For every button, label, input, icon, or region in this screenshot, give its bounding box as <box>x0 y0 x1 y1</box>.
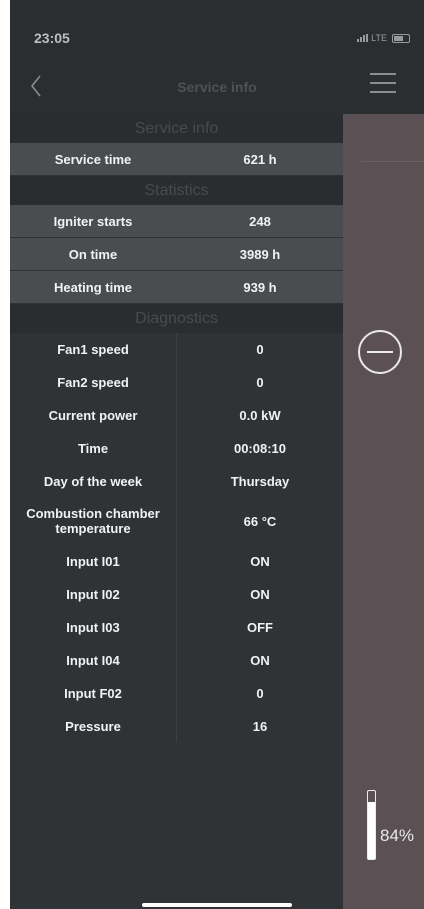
home-indicator[interactable] <box>142 903 292 907</box>
row-value: ON <box>176 578 343 610</box>
side-control-panel: 84% <box>343 114 424 909</box>
signal-icon <box>357 34 369 42</box>
row-label: Fan1 speed <box>57 341 129 357</box>
row-value: 0 <box>176 366 343 398</box>
page-title: Service info <box>177 79 257 95</box>
table-row: Igniter starts 248 <box>10 205 343 238</box>
row-label: On time <box>68 246 118 262</box>
table-row: Fan2 speed 0 <box>10 366 343 399</box>
row-value: 621 h <box>176 143 343 175</box>
row-label: Current power <box>48 407 138 423</box>
row-value: 248 <box>176 205 343 237</box>
table-row: Input F02 0 <box>10 677 343 710</box>
row-label: Input I02 <box>66 586 120 602</box>
row-label: Igniter starts <box>53 213 133 229</box>
section-header-statistics: Statistics <box>10 176 343 205</box>
row-label: Input I03 <box>66 619 120 635</box>
table-row: Input I04 ON <box>10 644 343 677</box>
row-label: Day of the week <box>43 473 143 489</box>
side-divider <box>361 161 424 162</box>
row-label: Heating time <box>53 279 132 295</box>
battery-icon <box>392 33 410 43</box>
menu-button[interactable] <box>370 73 396 99</box>
table-row: Fan1 speed 0 <box>10 333 343 366</box>
row-label: Input I04 <box>66 652 120 668</box>
row-value: 939 h <box>176 271 343 303</box>
row-value: 00:08:10 <box>176 432 343 464</box>
row-label: Service time <box>54 151 132 167</box>
table-row: Combustion chamber temperature 66 °C <box>10 498 343 545</box>
table-row: Input I03 OFF <box>10 611 343 644</box>
row-label: Input I01 <box>66 553 120 569</box>
section-header-service: Service info <box>10 114 343 143</box>
row-value: ON <box>176 644 343 676</box>
level-indicator <box>367 790 376 860</box>
network-label: LTE <box>371 33 387 43</box>
table-row: Input I01 ON <box>10 545 343 578</box>
row-value: Thursday <box>176 465 343 497</box>
row-value: ON <box>176 545 343 577</box>
table-row: On time 3989 h <box>10 238 343 271</box>
row-label: Time <box>77 440 109 456</box>
row-value: 0 <box>176 677 343 709</box>
row-value: 66 °C <box>176 498 343 544</box>
row-value: 0.0 kW <box>176 399 343 431</box>
table-row: Time 00:08:10 <box>10 432 343 465</box>
row-label: Pressure <box>65 718 121 734</box>
status-indicators: LTE <box>357 33 410 43</box>
table-row: Current power 0.0 kW <box>10 399 343 432</box>
row-value: 16 <box>176 710 343 742</box>
row-label: Input F02 <box>64 685 122 701</box>
minus-circle-icon[interactable] <box>358 330 402 374</box>
hamburger-menu-icon <box>370 73 396 93</box>
navigation-bar: Service info <box>10 58 424 114</box>
app-screen: 23:05 LTE Service info Service info Serv… <box>10 0 424 909</box>
table-row: Heating time 939 h <box>10 271 343 304</box>
table-row: Service time 621 h <box>10 143 343 176</box>
row-label: Combustion chamber temperature <box>26 506 160 536</box>
table-row: Pressure 16 <box>10 710 343 743</box>
row-value: 0 <box>176 333 343 365</box>
status-time: 23:05 <box>34 30 70 46</box>
row-value: 3989 h <box>176 238 343 270</box>
table-row: Input I02 ON <box>10 578 343 611</box>
service-info-panel: Service info Service time 621 h Statisti… <box>10 114 343 909</box>
table-row: Day of the week Thursday <box>10 465 343 498</box>
section-header-diagnostics: Diagnostics <box>10 304 343 333</box>
level-fill <box>368 801 375 859</box>
row-label: Fan2 speed <box>57 374 129 390</box>
row-value: OFF <box>176 611 343 643</box>
status-bar: 23:05 LTE <box>10 0 424 58</box>
level-percent-label: 84% <box>380 826 415 845</box>
